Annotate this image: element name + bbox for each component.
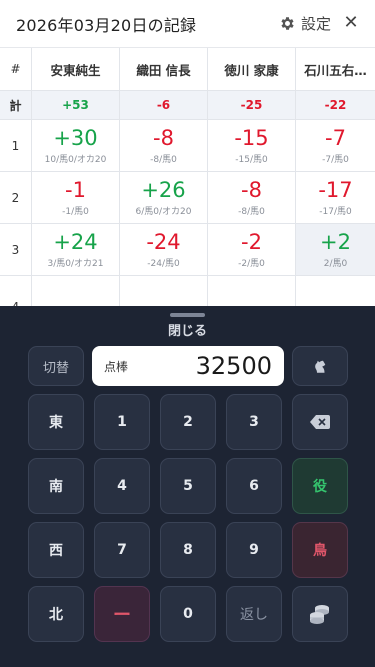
- score-cell[interactable]: -24 -24/馬0: [119, 224, 207, 275]
- score-table: # 安東純生 織田 信長 徳川 家康 石川五右… 計 +53 -6 -25 -2…: [0, 48, 375, 306]
- score-label: 点棒: [104, 359, 129, 374]
- digit-4-button[interactable]: 4: [94, 458, 150, 514]
- round-score: +24: [53, 230, 98, 254]
- player-name[interactable]: 徳川 家康: [207, 48, 295, 90]
- round-score: -8: [241, 178, 262, 202]
- score-detail: -24/馬0: [147, 259, 180, 269]
- score-detail: -17/馬0: [319, 207, 352, 217]
- wind-east-button[interactable]: 東: [28, 394, 84, 450]
- score-cell[interactable]: -17 -17/馬0: [295, 172, 375, 223]
- wind-south-button[interactable]: 南: [28, 458, 84, 514]
- backspace-icon: [310, 415, 330, 429]
- table-row: 1 +30 10/馬0/オカ20 -8 -8/馬0 -15 -15/馬0 -7 -7/馬…: [0, 120, 375, 172]
- round-score: -7: [325, 126, 346, 150]
- score-cell[interactable]: -1 -1/馬0: [31, 172, 119, 223]
- table-row: 2 -1 -1/馬0 +26 6/馬0/オカ20 -8 -8/馬0 -17 -17/馬0: [0, 172, 375, 224]
- coins-button[interactable]: [292, 586, 348, 642]
- table-row: 4: [0, 276, 375, 306]
- score-detail: -8/馬0: [238, 207, 265, 217]
- drag-handle[interactable]: [170, 313, 205, 317]
- tori-button[interactable]: 鳥: [292, 522, 348, 578]
- round-score: -15: [234, 126, 269, 150]
- player-name[interactable]: 安東純生: [31, 48, 119, 90]
- round-score: +26: [141, 178, 186, 202]
- player-name[interactable]: 織田 信長: [119, 48, 207, 90]
- player-name[interactable]: 石川五右…: [295, 48, 375, 90]
- score-cell[interactable]: -8 -8/馬0: [207, 172, 295, 223]
- close-icon[interactable]: ✕: [341, 13, 361, 33]
- round-number: 1: [11, 138, 20, 153]
- score-cell-selected[interactable]: +2 2/馬0: [295, 224, 375, 275]
- round-score: -24: [146, 230, 181, 254]
- total-score: -6: [119, 91, 207, 119]
- toggle-button[interactable]: 切替: [28, 346, 84, 386]
- digit-8-button[interactable]: 8: [160, 522, 216, 578]
- round-score: +2: [320, 230, 351, 254]
- score-detail: -7/馬0: [322, 155, 349, 165]
- score-value: 32500: [195, 352, 272, 380]
- round-number: 2: [11, 190, 20, 205]
- table-header-row: # 安東純生 織田 信長 徳川 家康 石川五右…: [0, 48, 375, 91]
- total-score: -25: [207, 91, 295, 119]
- round-number: 4: [0, 276, 31, 306]
- score-detail: 3/馬0/オカ21: [47, 259, 104, 269]
- backspace-button[interactable]: [292, 394, 348, 450]
- score-display[interactable]: 点棒 32500: [92, 346, 284, 386]
- wind-north-button[interactable]: 北: [28, 586, 84, 642]
- score-cell[interactable]: +30 10/馬0/オカ20: [31, 120, 119, 171]
- horse-button[interactable]: [292, 346, 348, 386]
- score-cell[interactable]: -8 -8/馬0: [119, 120, 207, 171]
- score-detail: -2/馬0: [238, 259, 265, 269]
- score-cell[interactable]: [207, 276, 295, 306]
- score-detail: 6/馬0/オカ20: [135, 207, 192, 217]
- score-cell[interactable]: -7 -7/馬0: [295, 120, 375, 171]
- keypad-panel: 閉じる 切替 点棒 32500 東 1 2 3 南 4 5 6 役 西 7 8 …: [0, 306, 375, 667]
- digit-5-button[interactable]: 5: [160, 458, 216, 514]
- digit-0-button[interactable]: 0: [160, 586, 216, 642]
- gear-icon: [281, 17, 294, 30]
- digit-6-button[interactable]: 6: [226, 458, 282, 514]
- table-row: 3 +24 3/馬0/オカ21 -24 -24/馬0 -2 -2/馬0 +2 2/馬0: [0, 224, 375, 276]
- score-detail: 2/馬0: [323, 259, 348, 269]
- total-score: +53: [31, 91, 119, 119]
- digit-7-button[interactable]: 7: [94, 522, 150, 578]
- digit-9-button[interactable]: 9: [226, 522, 282, 578]
- yaku-button[interactable]: 役: [292, 458, 348, 514]
- digit-2-button[interactable]: 2: [160, 394, 216, 450]
- score-cell[interactable]: +26 6/馬0/オカ20: [119, 172, 207, 223]
- index-header: #: [10, 62, 21, 76]
- score-detail: -15/馬0: [235, 155, 268, 165]
- score-detail: 10/馬0/オカ20: [44, 155, 107, 165]
- digit-3-button[interactable]: 3: [226, 394, 282, 450]
- total-label: 計: [9, 98, 22, 113]
- score-cell[interactable]: -15 -15/馬0: [207, 120, 295, 171]
- settings-label: 設定: [300, 15, 331, 33]
- round-number: 3: [11, 242, 20, 257]
- score-cell[interactable]: -2 -2/馬0: [207, 224, 295, 275]
- page-title: 2026年03月20日の記録: [16, 15, 197, 35]
- wind-west-button[interactable]: 西: [28, 522, 84, 578]
- minus-button[interactable]: ー: [94, 586, 150, 642]
- round-score: -8: [153, 126, 174, 150]
- total-score: -22: [295, 91, 375, 119]
- score-cell[interactable]: +24 3/馬0/オカ21: [31, 224, 119, 275]
- round-score: +30: [53, 126, 98, 150]
- score-detail: -8/馬0: [150, 155, 177, 165]
- score-detail: -1/馬0: [62, 207, 89, 217]
- score-cell[interactable]: [119, 276, 207, 306]
- round-score: -2: [241, 230, 262, 254]
- header-bar: 2026年03月20日の記録 設定 ✕: [0, 0, 375, 48]
- score-cell[interactable]: [295, 276, 375, 306]
- round-score: -17: [318, 178, 353, 202]
- horse-icon: [315, 360, 326, 373]
- round-score: -1: [65, 178, 86, 202]
- total-row: 計 +53 -6 -25 -22: [0, 91, 375, 120]
- settings-button[interactable]: 設定: [279, 13, 331, 34]
- digit-1-button[interactable]: 1: [94, 394, 150, 450]
- return-button[interactable]: 返し: [226, 586, 282, 642]
- coins-icon: [310, 605, 329, 624]
- score-cell[interactable]: [31, 276, 119, 306]
- close-keypad-button[interactable]: 閉じる: [0, 320, 375, 339]
